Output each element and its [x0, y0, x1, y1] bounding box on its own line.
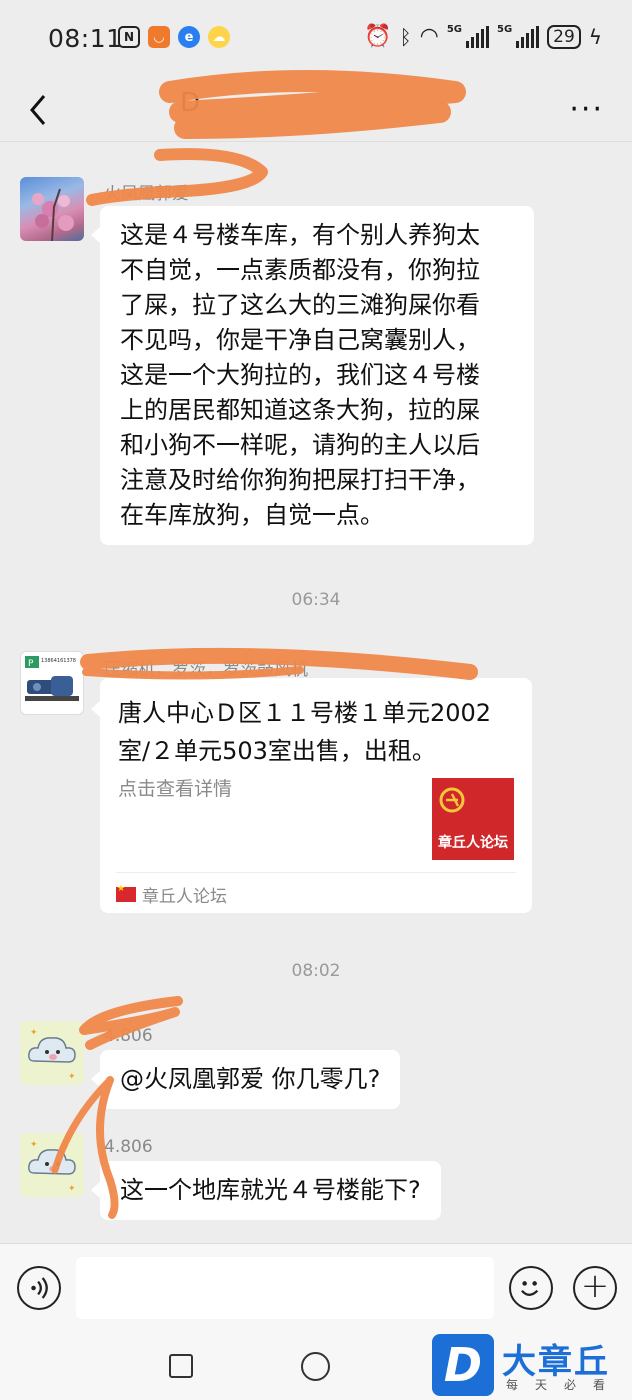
svg-text:✦: ✦ — [68, 1184, 76, 1194]
card-divider — [116, 872, 516, 873]
signal-icon-1 — [465, 25, 489, 48]
voice-input-button[interactable] — [17, 1266, 61, 1310]
card-source: 章丘人论坛 — [116, 882, 227, 907]
back-button[interactable] — [20, 90, 60, 130]
message-text: 这一个地库就光４号楼能下? — [120, 1176, 421, 1204]
status-time: 08:11 — [48, 24, 123, 53]
message-line: 不自觉，一点素质都没有，你狗拉 — [120, 256, 480, 284]
watermark-slogan: 每天必看 — [506, 1378, 623, 1392]
timestamp: 08:02 — [291, 961, 341, 981]
sender-name: 火凤凰郭爱 — [104, 184, 189, 204]
bluetooth-icon: ᛒ — [399, 24, 412, 49]
message-text: @火凤凰郭爱 你几零几? — [120, 1065, 381, 1093]
charging-icon: ϟ — [588, 24, 602, 49]
message-line: 注意及时给你狗狗把屎打扫干净， — [120, 466, 480, 494]
more-options-button[interactable]: ··· — [569, 92, 604, 127]
signal-icon-2 — [516, 25, 540, 48]
svg-text:P: P — [28, 659, 34, 669]
chat-area[interactable]: 火凤凰郭爱 这是４号楼车库，有个别人养狗太 不自觉，一点素质都没有，你狗拉 了屎… — [0, 143, 632, 1243]
message-bubble[interactable]: 这一个地库就光４号楼能下? — [91, 1161, 441, 1220]
card-title-line: 唐人中心Ｄ区１１号楼１单元2002 — [118, 699, 492, 727]
emoji-button[interactable] — [509, 1266, 553, 1310]
weather-app-icon: ☁ — [208, 26, 230, 48]
shared-link-card[interactable]: 唐人中心Ｄ区１１号楼１单元2002 室/２单元503室出售，出租。 点击查看详情… — [91, 678, 532, 913]
watermark-logo-icon: D — [432, 1334, 494, 1396]
sender-name: 4.806 — [104, 1137, 153, 1157]
card-title-line: 室/２单元503室出售，出租。 — [118, 737, 436, 765]
message-input[interactable] — [76, 1257, 494, 1319]
message-line: 这是一个大狗拉的，我们这４号楼 — [120, 361, 480, 389]
recents-button[interactable] — [169, 1354, 193, 1378]
avatar-phone-text: 13864161378 — [41, 658, 76, 664]
message-line: 上的居民都知道这条大狗，拉的屎 — [120, 396, 480, 424]
card-source-name: 章丘人论坛 — [142, 887, 227, 907]
wifi-icon: ◠ — [419, 24, 439, 49]
battery-indicator: 29 — [547, 24, 581, 49]
svg-text:✦: ✦ — [68, 1072, 76, 1082]
message-line: 和小狗不一样呢，请狗的主人以后 — [120, 431, 480, 459]
card-thumbnail: 章丘人论坛 — [432, 778, 514, 860]
svg-text:✦: ✦ — [30, 1028, 38, 1038]
message-bubble[interactable]: 这是４号楼车库，有个别人养狗太 不自觉，一点素质都没有，你狗拉 了屎，拉了这么大… — [91, 206, 534, 545]
message-line: 在车库放狗，自觉一点。 — [120, 501, 384, 529]
home-button[interactable] — [301, 1352, 330, 1381]
network-type-2: 5G — [496, 24, 513, 35]
avatar[interactable]: ✦ ✦ — [20, 1021, 84, 1085]
site-watermark: D 大章丘 每天必看 — [432, 1332, 632, 1400]
forum-logo-icon — [439, 787, 465, 813]
avatar[interactable]: ✦ ✦ — [20, 1133, 84, 1197]
message-line: 这是４号楼车库，有个别人养狗太 — [120, 221, 480, 249]
flag-icon — [116, 884, 136, 902]
more-functions-button[interactable]: + — [573, 1266, 617, 1310]
svg-text:✦: ✦ — [30, 1140, 38, 1150]
message-line: 不见吗，你是干净自己窝囊别人， — [120, 326, 480, 354]
card-title: 唐人中心Ｄ区１１号楼１单元2002 室/２单元503室出售，出租。 — [118, 694, 518, 770]
notification-icons: N ◡ e ☁ — [118, 26, 230, 48]
avatar[interactable]: P 13864161378 — [20, 651, 84, 715]
message-line: 了屎，拉了这么大的三滩狗屎你看 — [120, 291, 480, 319]
message-bubble[interactable]: @火凤凰郭爱 你几零几? — [90, 1050, 401, 1109]
network-type-1: 5G — [446, 24, 462, 35]
chat-title: D — [180, 88, 201, 118]
thumbnail-text: 章丘人论坛 — [438, 835, 508, 851]
card-description: 点击查看详情 — [118, 778, 233, 800]
nfc-icon: N — [118, 26, 140, 48]
timestamp: 06:34 — [291, 590, 341, 610]
sender-name: 4.806 — [104, 1026, 153, 1046]
shield-app-icon: ◡ — [148, 26, 170, 48]
alarm-icon: ⏰ — [364, 24, 392, 49]
input-bar: + — [0, 1243, 632, 1333]
sender-name: 压缩机，罗茨，罗茨鼓风机 — [104, 660, 308, 680]
status-bar: 08:11 N ◡ e ☁ ⏰ ᛒ ◠ 5G 5G 29 ϟ — [0, 0, 632, 80]
avatar[interactable] — [20, 177, 84, 241]
browser-app-icon: e — [178, 26, 200, 48]
system-status: ⏰ ᛒ ◠ 5G 5G 29 ϟ — [364, 24, 602, 49]
chat-header: D ··· — [0, 80, 632, 142]
